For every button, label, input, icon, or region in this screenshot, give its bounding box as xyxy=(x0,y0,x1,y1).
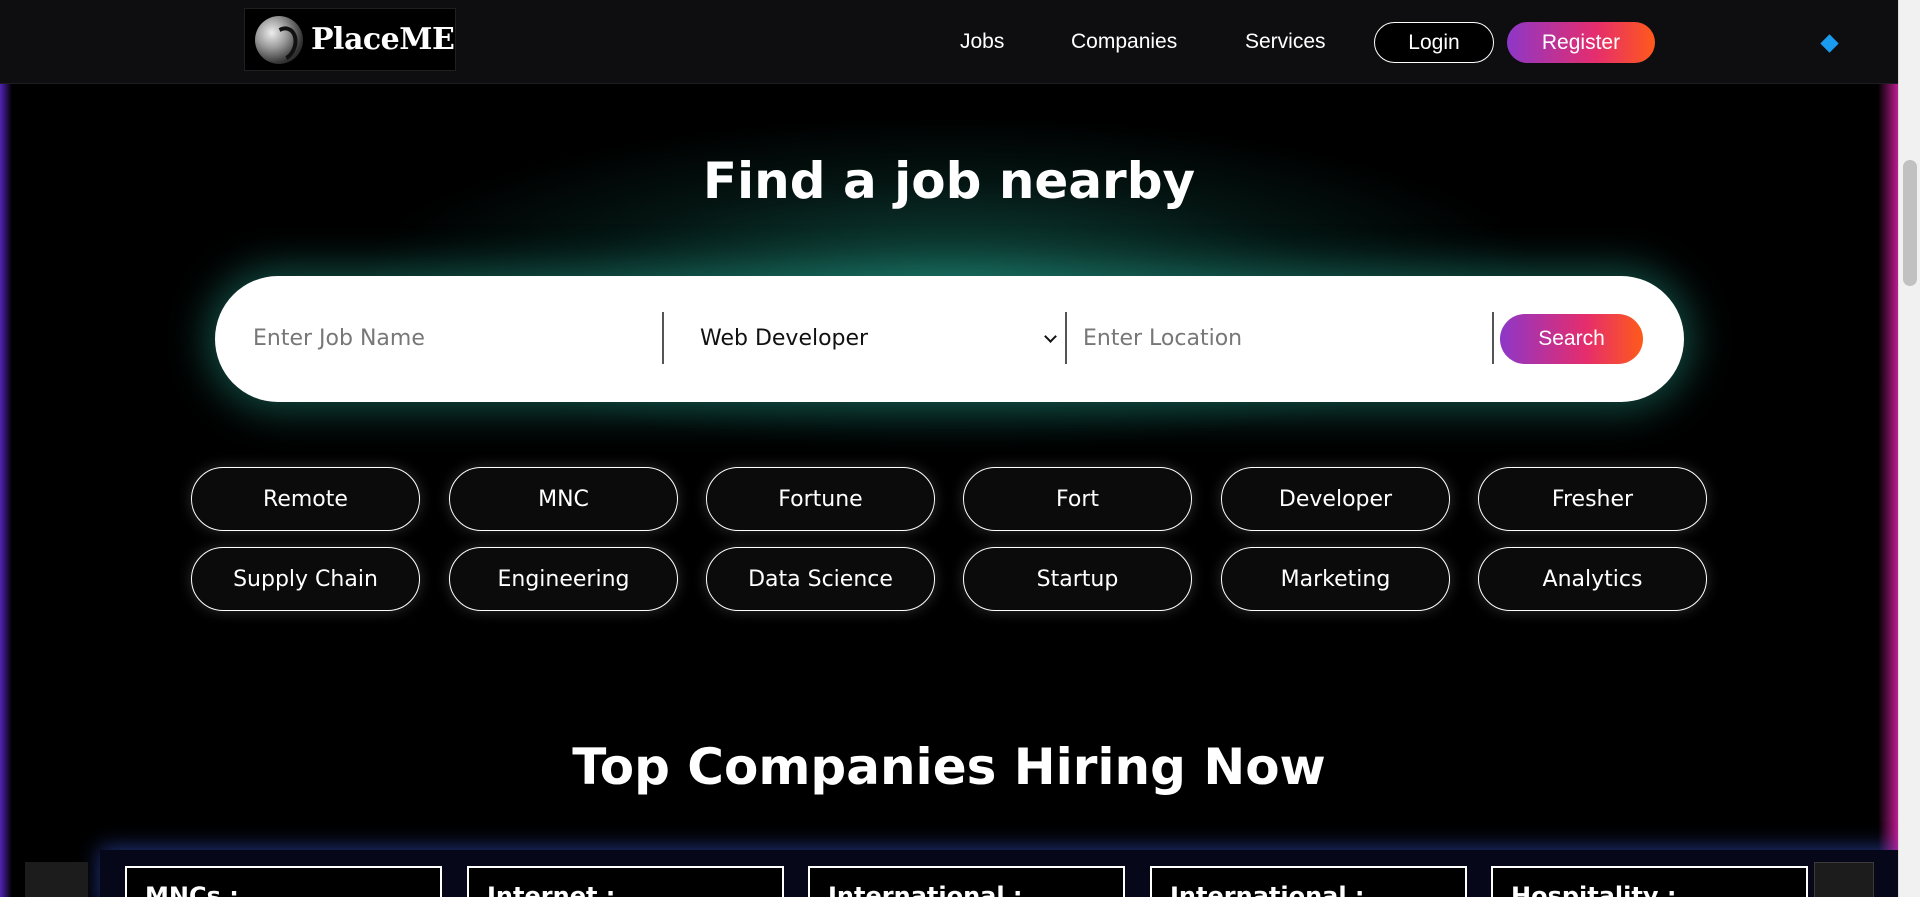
search-divider xyxy=(662,312,664,364)
tag-remote[interactable]: Remote xyxy=(191,467,420,531)
register-button[interactable]: Register xyxy=(1507,22,1655,63)
search-button[interactable]: Search xyxy=(1500,314,1643,364)
location-input[interactable] xyxy=(1083,316,1483,360)
company-card[interactable]: International : xyxy=(808,866,1125,897)
navbar: PlaceME Jobs Companies Services Login Re… xyxy=(0,0,1898,84)
job-name-input[interactable] xyxy=(253,316,653,360)
tag-developer[interactable]: Developer xyxy=(1221,467,1450,531)
search-divider xyxy=(1065,312,1067,364)
page-scrollbar[interactable] xyxy=(1898,0,1920,897)
company-card[interactable]: Internet : xyxy=(467,866,784,897)
search-bar: Web Developer Search xyxy=(215,276,1684,402)
tag-marketing[interactable]: Marketing xyxy=(1221,547,1450,611)
company-card[interactable]: MNCs : xyxy=(125,866,442,897)
login-button[interactable]: Login xyxy=(1374,22,1494,63)
search-divider xyxy=(1492,312,1494,364)
chevron-down-icon xyxy=(1044,330,1057,343)
carousel-next-button[interactable] xyxy=(1814,862,1874,897)
page: PlaceME Jobs Companies Services Login Re… xyxy=(0,0,1898,897)
tag-fresher[interactable]: Fresher xyxy=(1478,467,1707,531)
job-category-select[interactable]: Web Developer xyxy=(685,310,1065,366)
hero-title: Find a job nearby xyxy=(702,152,1196,210)
scrollbar-thumb[interactable] xyxy=(1903,160,1917,286)
tag-data-science[interactable]: Data Science xyxy=(706,547,935,611)
tag-startup[interactable]: Startup xyxy=(963,547,1192,611)
tag-fort[interactable]: Fort xyxy=(963,467,1192,531)
tag-fortune[interactable]: Fortune xyxy=(706,467,935,531)
company-card[interactable]: Hospitality : xyxy=(1491,866,1808,897)
carousel-prev-button[interactable] xyxy=(25,862,88,897)
diamond-icon[interactable] xyxy=(1820,34,1839,53)
nav-link-services[interactable]: Services xyxy=(1245,30,1326,54)
logo-emblem-icon xyxy=(255,15,303,64)
job-category-value: Web Developer xyxy=(700,325,869,351)
nav-link-companies[interactable]: Companies xyxy=(1071,30,1177,54)
brand-name: PlaceME xyxy=(311,22,455,57)
companies-section-title: Top Companies Hiring Now xyxy=(572,738,1326,796)
nav-link-jobs[interactable]: Jobs xyxy=(960,30,1004,54)
tag-analytics[interactable]: Analytics xyxy=(1478,547,1707,611)
tag-supply-chain[interactable]: Supply Chain xyxy=(191,547,420,611)
brand-logo[interactable]: PlaceME xyxy=(244,8,456,71)
tag-mnc[interactable]: MNC xyxy=(449,467,678,531)
company-card[interactable]: International : xyxy=(1150,866,1467,897)
tag-engineering[interactable]: Engineering xyxy=(449,547,678,611)
